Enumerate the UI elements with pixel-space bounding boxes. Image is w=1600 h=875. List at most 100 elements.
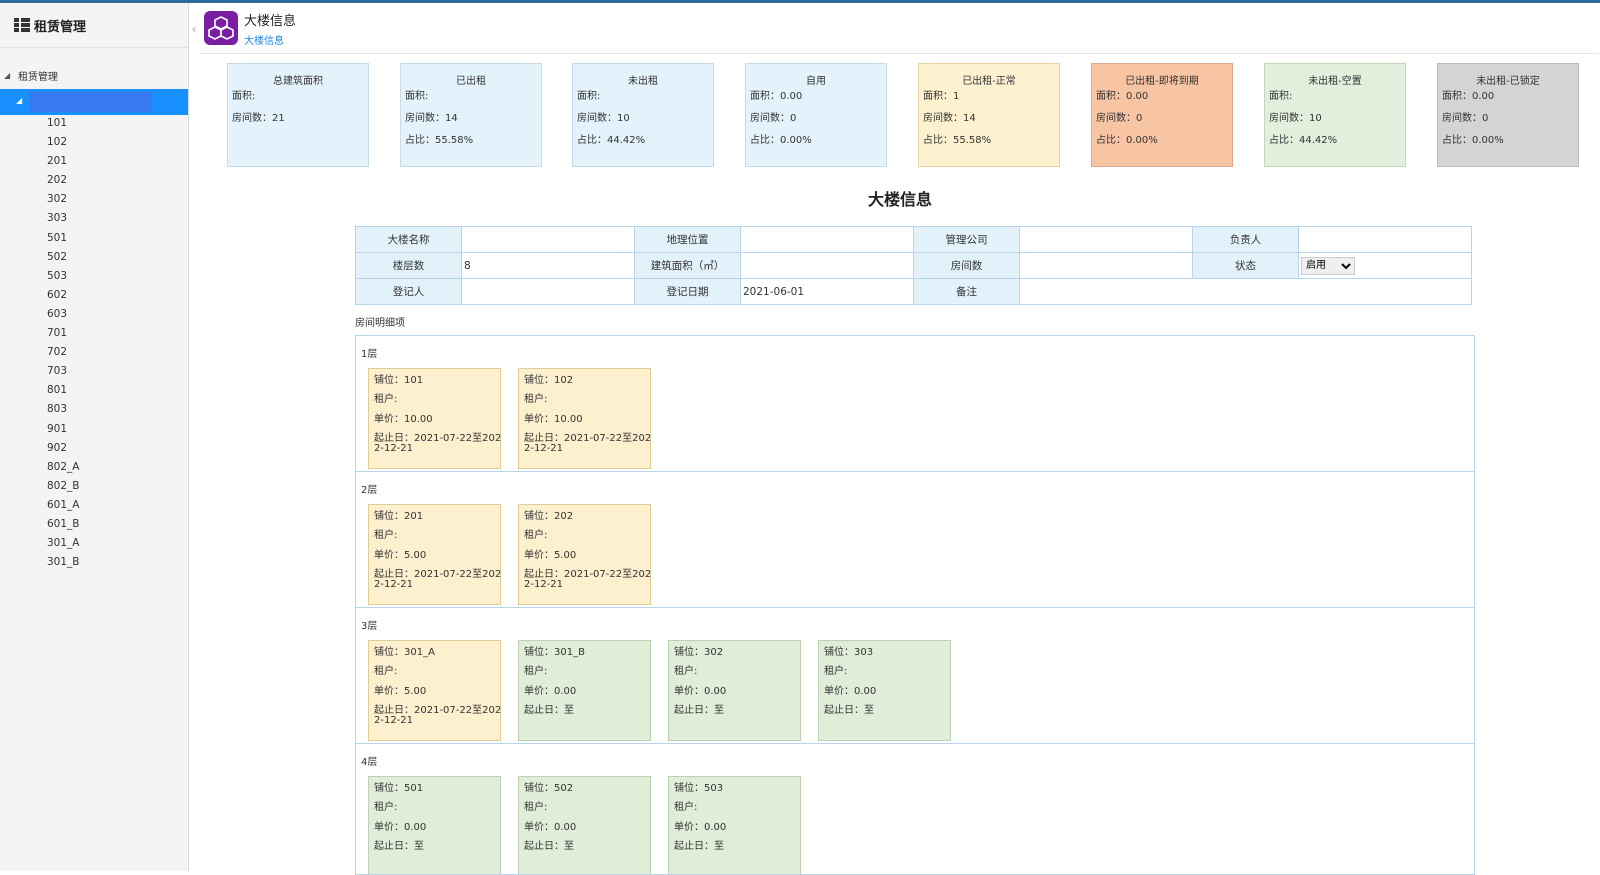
floors-value[interactable]: 8: [461, 252, 635, 279]
label-floors: 楼层数: [355, 252, 462, 279]
stat-card[interactable]: 未出租-空置 面积: 房间数：10 占比：44.42%: [1264, 63, 1406, 167]
tree-item-room[interactable]: 202: [0, 171, 188, 190]
building-name-value[interactable]: [461, 226, 635, 253]
room-card[interactable]: 铺位：202 租户: 单价：5.00 起止日：2021-07-22至2022-12-2…: [518, 504, 651, 605]
stat-card[interactable]: 未出租 面积: 房间数：10 占比：44.42%: [572, 63, 714, 167]
status-select[interactable]: 启用: [1301, 256, 1355, 275]
stat-card[interactable]: 已出租 面积: 房间数：14 占比：55.58%: [400, 63, 542, 167]
room-tenant: 租户:: [674, 666, 698, 678]
stat-card-title: 自用: [806, 76, 826, 87]
floor-label: 3层: [361, 621, 378, 632]
caret-down-icon[interactable]: ◢: [4, 71, 14, 80]
tree-item-room[interactable]: 302: [0, 190, 188, 209]
room-card[interactable]: 铺位：503 租户: 单价：0.00 起止日：至: [668, 776, 801, 874]
room-tenant: 租户:: [524, 394, 548, 406]
room-tenant: 租户:: [674, 802, 698, 814]
room-card[interactable]: 铺位：303 租户: 单价：0.00 起止日：至: [818, 640, 951, 741]
tree-item-room[interactable]: 801: [0, 381, 188, 400]
tree-item-room[interactable]: 803: [0, 400, 188, 419]
stat-card-line: 面积：1: [923, 91, 960, 102]
rooms-value[interactable]: [1019, 252, 1193, 279]
stat-card-line: 占比：0.00%: [750, 135, 812, 146]
room-card[interactable]: 铺位：301_A 租户: 单价：5.00 起止日：2021-07-22至2022-12…: [368, 640, 501, 741]
room-card[interactable]: 铺位：502 租户: 单价：0.00 起止日：至: [518, 776, 651, 874]
room-unit: 铺位：301_B: [524, 647, 585, 658]
tree-item-room[interactable]: 303: [0, 209, 188, 228]
caret-down-icon[interactable]: ◢: [16, 96, 22, 105]
room-tenant: 租户:: [524, 802, 548, 814]
tree-item-room[interactable]: 601_B: [0, 515, 188, 534]
page-title: 大楼信息: [244, 14, 297, 29]
stat-card-line: 房间数：0: [750, 113, 797, 124]
tree-item-room[interactable]: 603: [0, 305, 188, 324]
room-unit: 铺位：303: [824, 647, 874, 658]
stat-card-line: 占比：44.42%: [1269, 135, 1338, 146]
room-card[interactable]: 铺位：201 租户: 单价：5.00 起止日：2021-07-22至2022-12-2…: [368, 504, 501, 605]
stat-card[interactable]: 总建筑面积 面积: 房间数：21: [227, 63, 369, 167]
stat-card-line: 面积：0.00: [750, 91, 803, 102]
tree-item-room[interactable]: 901: [0, 420, 188, 439]
label-location: 地理位置: [634, 226, 741, 253]
sidebar-title: 租赁管理: [34, 19, 87, 35]
section-title: 大楼信息: [867, 190, 932, 209]
location-value[interactable]: [740, 226, 914, 253]
company-value[interactable]: [1019, 226, 1193, 253]
tree-item-room[interactable]: 501: [0, 229, 188, 248]
collapse-sidebar-icon[interactable]: ‹: [188, 18, 200, 40]
floor-section: 1层 铺位：101 租户: 单价：10.00 起止日：2021-07-22至2022-1…: [356, 336, 1474, 472]
floor-label: 1层: [361, 349, 378, 360]
tree-item-room[interactable]: 602: [0, 286, 188, 305]
menu-grid-icon[interactable]: [14, 18, 30, 32]
tree-item-room[interactable]: 101: [0, 114, 188, 133]
tree-item-room[interactable]: 301_A: [0, 534, 188, 553]
tree-item-room[interactable]: 301_B: [0, 553, 188, 572]
tree-item-room[interactable]: 702: [0, 343, 188, 362]
tree-root-node[interactable]: ◢ 租赁管理: [0, 65, 188, 85]
stat-card-title: 未出租: [628, 76, 658, 87]
room-tenant: 租户:: [374, 666, 398, 678]
tree-item-room[interactable]: 701: [0, 324, 188, 343]
tree-item-room[interactable]: 102: [0, 133, 188, 152]
stat-card[interactable]: 自用 面积：0.00 房间数：0 占比：0.00%: [745, 63, 887, 167]
room-unit: 铺位：101: [374, 375, 424, 386]
stat-card-title: 未出租-空置: [1308, 76, 1362, 87]
app-logo: [204, 11, 238, 45]
room-price: 单价：5.00: [524, 549, 577, 561]
tree-item-room[interactable]: 503: [0, 267, 188, 286]
tree-item-room[interactable]: 802_B: [0, 477, 188, 496]
tree-item-room[interactable]: 502: [0, 248, 188, 267]
label-registrant: 登记人: [355, 278, 462, 305]
tree-item-room[interactable]: 802_A: [0, 458, 188, 477]
room-date: 起止日：至: [674, 704, 724, 716]
room-card[interactable]: 铺位：101 租户: 单价：10.00 起止日：2021-07-22至2022-12-…: [368, 368, 501, 469]
stat-card[interactable]: 已出租-正常 面积：1 房间数：14 占比：55.58%: [918, 63, 1060, 167]
stat-card-line: 面积:: [577, 91, 601, 102]
stat-card-title: 未出租-已锁定: [1476, 76, 1540, 87]
tree-item-room[interactable]: 201: [0, 152, 188, 171]
room-unit: 铺位：202: [524, 511, 574, 522]
stat-card[interactable]: 已出租-即将到期 面积：0.00 房间数：0 占比：0.00%: [1091, 63, 1233, 167]
room-card[interactable]: 铺位：501 租户: 单价：0.00 起止日：至: [368, 776, 501, 874]
room-card[interactable]: 铺位：102 租户: 单价：10.00 起止日：2021-07-22至2022-12-…: [518, 368, 651, 469]
stat-card-line: 面积：0.00: [1096, 91, 1149, 102]
floor-section: 2层 铺位：201 租户: 单价：5.00 起止日：2021-07-22至2022-12…: [356, 472, 1474, 608]
room-tenant: 租户:: [374, 394, 398, 406]
room-card[interactable]: 铺位：301_B 租户: 单价：0.00 起止日：至: [518, 640, 651, 741]
tree-selected-building[interactable]: ◢: [0, 89, 188, 115]
remark-value[interactable]: [1019, 278, 1472, 305]
breadcrumb[interactable]: 大楼信息: [244, 32, 284, 47]
stat-card[interactable]: 未出租-已锁定 面积：0.00 房间数：0 占比：0.00%: [1437, 63, 1579, 167]
owner-value[interactable]: [1298, 226, 1472, 253]
stat-card-line: 占比：0.00%: [1442, 135, 1504, 146]
tree-item-room[interactable]: 703: [0, 362, 188, 381]
tree-item-room[interactable]: 601_A: [0, 496, 188, 515]
tree-root-label: 租赁管理: [18, 71, 58, 83]
area-value[interactable]: [740, 252, 914, 279]
page-header: 大楼信息 大楼信息: [200, 3, 1599, 54]
tree-item-room[interactable]: 902: [0, 439, 188, 458]
registrant-value[interactable]: [461, 278, 635, 305]
room-unit: 铺位：102: [524, 375, 574, 386]
room-card[interactable]: 铺位：302 租户: 单价：0.00 起止日：至: [668, 640, 801, 741]
room-date: 起止日：至: [824, 704, 874, 716]
reg-date-value[interactable]: 2021-06-01: [740, 278, 914, 305]
